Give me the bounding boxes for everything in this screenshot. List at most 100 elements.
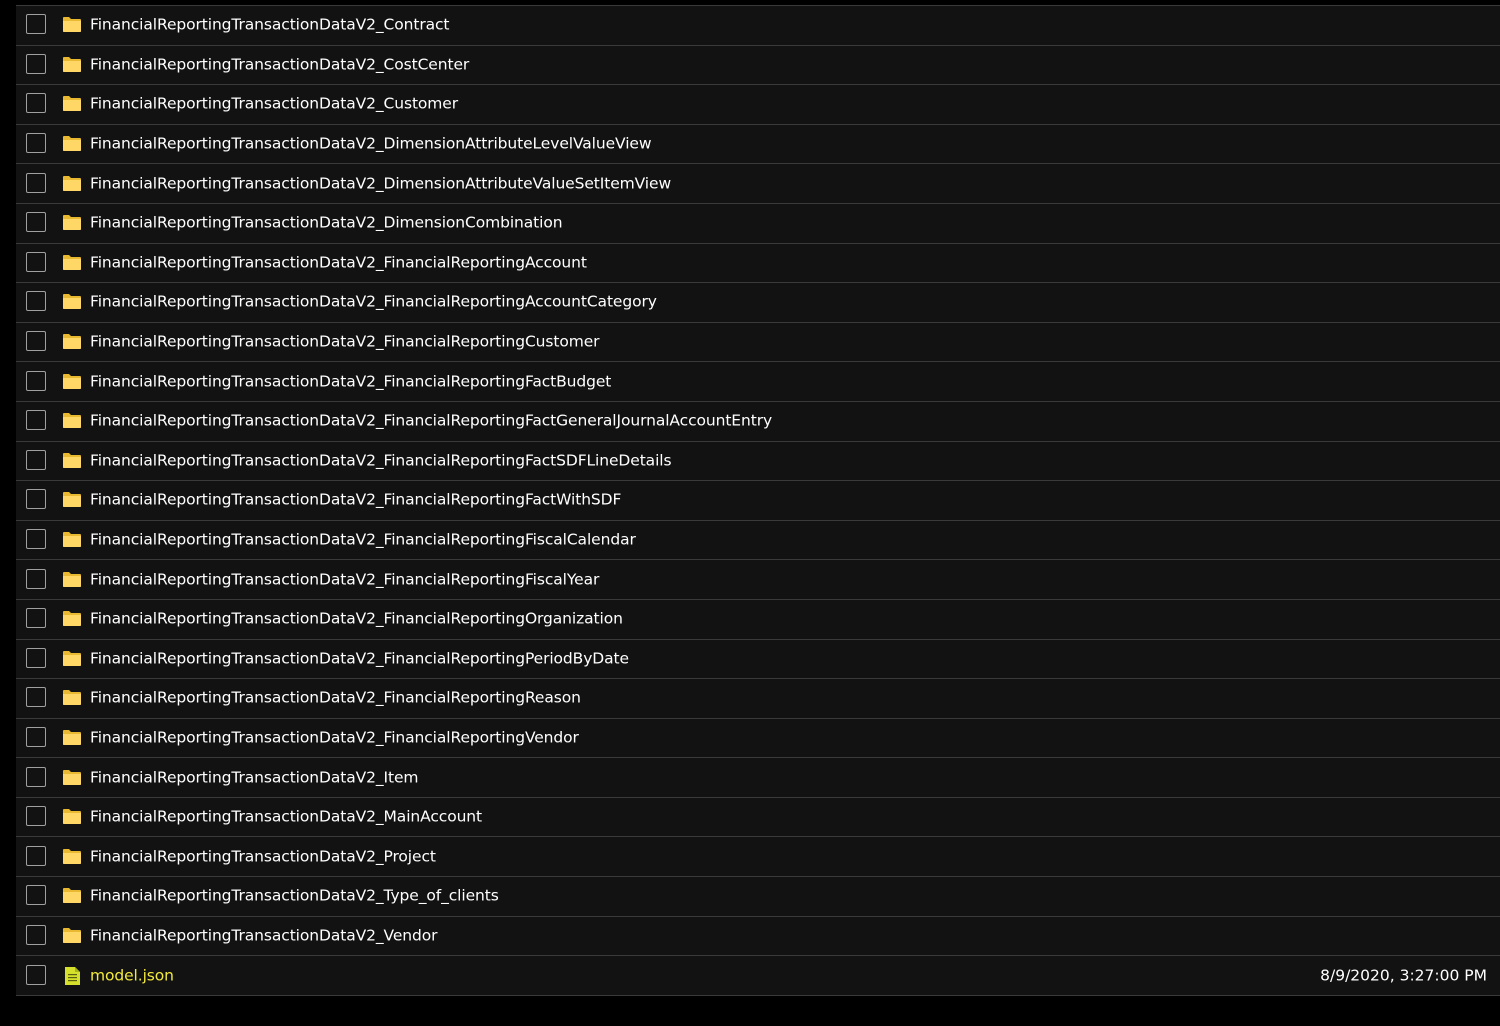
- folder-icon: [62, 411, 82, 429]
- folder-icon: [62, 530, 82, 548]
- list-item[interactable]: FinancialReportingTransactionDataV2_Cust…: [16, 85, 1500, 125]
- list-item[interactable]: FinancialReportingTransactionDataV2_Fina…: [16, 283, 1500, 323]
- row-checkbox[interactable]: [26, 489, 46, 510]
- folder-icon: [62, 807, 82, 825]
- folder-icon: [62, 609, 82, 627]
- list-item[interactable]: FinancialReportingTransactionDataV2_Fina…: [16, 401, 1500, 442]
- list-item[interactable]: model.json 8/9/2020, 3:27:00 PM: [16, 956, 1500, 996]
- item-name[interactable]: FinancialReportingTransactionDataV2_Item: [90, 768, 419, 786]
- item-name[interactable]: FinancialReportingTransactionDataV2_Cost…: [90, 56, 469, 74]
- folder-icon: [62, 292, 82, 310]
- folder-icon: [62, 213, 82, 231]
- item-name[interactable]: FinancialReportingTransactionDataV2_Dime…: [90, 214, 563, 232]
- list-item[interactable]: FinancialReportingTransactionDataV2_Fina…: [16, 481, 1500, 521]
- list-item[interactable]: FinancialReportingTransactionDataV2_Proj…: [16, 837, 1500, 878]
- list-item[interactable]: FinancialReportingTransactionDataV2_Fina…: [16, 639, 1500, 680]
- item-name[interactable]: FinancialReportingTransactionDataV2_Proj…: [90, 847, 436, 865]
- row-checkbox[interactable]: [26, 687, 46, 708]
- list-item[interactable]: FinancialReportingTransactionDataV2_Fina…: [16, 322, 1500, 363]
- list-item[interactable]: FinancialReportingTransactionDataV2_Fina…: [16, 362, 1500, 402]
- folder-icon: [62, 372, 82, 390]
- folder-icon: [62, 768, 82, 786]
- list-item[interactable]: FinancialReportingTransactionDataV2_Item: [16, 758, 1500, 798]
- list-item[interactable]: FinancialReportingTransactionDataV2_Fina…: [16, 441, 1500, 482]
- item-name[interactable]: FinancialReportingTransactionDataV2_Fina…: [90, 491, 621, 509]
- item-name[interactable]: FinancialReportingTransactionDataV2_Vend…: [90, 927, 437, 945]
- row-checkbox[interactable]: [26, 845, 46, 866]
- row-checkbox[interactable]: [26, 924, 46, 945]
- item-name[interactable]: model.json: [90, 966, 174, 984]
- list-item[interactable]: FinancialReportingTransactionDataV2_Cost…: [16, 45, 1500, 86]
- row-checkbox[interactable]: [26, 964, 46, 985]
- folder-icon: [62, 15, 82, 33]
- folder-icon: [62, 570, 82, 588]
- list-item[interactable]: FinancialReportingTransactionDataV2_Dime…: [16, 203, 1500, 244]
- modified-date: 8/9/2020, 3:27:00 PM: [1320, 966, 1487, 985]
- row-checkbox[interactable]: [26, 331, 46, 352]
- folder-icon: [62, 688, 82, 706]
- item-name[interactable]: FinancialReportingTransactionDataV2_Cust…: [90, 95, 458, 113]
- row-checkbox[interactable]: [26, 93, 46, 114]
- list-item[interactable]: FinancialReportingTransactionDataV2_Dime…: [16, 164, 1500, 204]
- row-checkbox[interactable]: [26, 172, 46, 193]
- list-item[interactable]: FinancialReportingTransactionDataV2_Main…: [16, 797, 1500, 838]
- folder-icon: [62, 847, 82, 865]
- row-checkbox[interactable]: [26, 291, 46, 312]
- folder-icon: [62, 134, 82, 152]
- item-name[interactable]: FinancialReportingTransactionDataV2_Fina…: [90, 570, 599, 588]
- item-name[interactable]: FinancialReportingTransactionDataV2_Fina…: [90, 372, 611, 390]
- item-name[interactable]: FinancialReportingTransactionDataV2_Fina…: [90, 412, 772, 430]
- list-item[interactable]: FinancialReportingTransactionDataV2_Dime…: [16, 124, 1500, 165]
- row-checkbox[interactable]: [26, 251, 46, 272]
- row-checkbox[interactable]: [26, 370, 46, 391]
- item-name[interactable]: FinancialReportingTransactionDataV2_Fina…: [90, 451, 672, 469]
- folder-icon: [62, 253, 82, 271]
- folder-icon: [62, 886, 82, 904]
- item-name[interactable]: FinancialReportingTransactionDataV2_Fina…: [90, 333, 600, 351]
- list-item[interactable]: FinancialReportingTransactionDataV2_Type…: [16, 877, 1500, 917]
- row-checkbox[interactable]: [26, 766, 46, 787]
- item-name[interactable]: FinancialReportingTransactionDataV2_Fina…: [90, 253, 587, 271]
- row-checkbox[interactable]: [26, 133, 46, 154]
- folder-icon: [62, 490, 82, 508]
- json-file-icon: [62, 966, 82, 985]
- row-checkbox[interactable]: [26, 410, 46, 431]
- list-item[interactable]: FinancialReportingTransactionDataV2_Fina…: [16, 560, 1500, 600]
- row-checkbox[interactable]: [26, 53, 46, 74]
- row-checkbox[interactable]: [26, 726, 46, 747]
- item-name[interactable]: FinancialReportingTransactionDataV2_Fina…: [90, 610, 623, 628]
- row-checkbox[interactable]: [26, 529, 46, 550]
- list-item[interactable]: FinancialReportingTransactionDataV2_Cont…: [16, 6, 1500, 46]
- item-name[interactable]: FinancialReportingTransactionDataV2_Fina…: [90, 729, 579, 747]
- file-browser: FinancialReportingTransactionDataV2_Cont…: [0, 0, 1500, 1026]
- list-item[interactable]: FinancialReportingTransactionDataV2_Fina…: [16, 520, 1500, 561]
- row-checkbox[interactable]: [26, 885, 46, 906]
- folder-icon: [62, 174, 82, 192]
- folder-icon: [62, 649, 82, 667]
- row-checkbox[interactable]: [26, 449, 46, 470]
- row-checkbox[interactable]: [26, 14, 46, 35]
- item-name[interactable]: FinancialReportingTransactionDataV2_Main…: [90, 808, 482, 826]
- list-item[interactable]: FinancialReportingTransactionDataV2_Fina…: [16, 599, 1500, 640]
- folder-icon: [62, 926, 82, 944]
- list-item[interactable]: FinancialReportingTransactionDataV2_Fina…: [16, 243, 1500, 284]
- item-name[interactable]: FinancialReportingTransactionDataV2_Fina…: [90, 689, 581, 707]
- item-name[interactable]: FinancialReportingTransactionDataV2_Type…: [90, 887, 499, 905]
- folder-icon: [62, 451, 82, 469]
- row-checkbox[interactable]: [26, 568, 46, 589]
- row-checkbox[interactable]: [26, 806, 46, 827]
- item-name[interactable]: FinancialReportingTransactionDataV2_Dime…: [90, 135, 652, 153]
- item-name[interactable]: FinancialReportingTransactionDataV2_Dime…: [90, 174, 671, 192]
- folder-icon: [62, 728, 82, 746]
- row-checkbox[interactable]: [26, 608, 46, 629]
- item-name[interactable]: FinancialReportingTransactionDataV2_Fina…: [90, 531, 636, 549]
- row-checkbox[interactable]: [26, 212, 46, 233]
- item-name[interactable]: FinancialReportingTransactionDataV2_Cont…: [90, 16, 450, 34]
- item-name[interactable]: FinancialReportingTransactionDataV2_Fina…: [90, 293, 657, 311]
- list-item[interactable]: FinancialReportingTransactionDataV2_Fina…: [16, 679, 1500, 719]
- list-item[interactable]: FinancialReportingTransactionDataV2_Vend…: [16, 916, 1500, 957]
- list-item[interactable]: FinancialReportingTransactionDataV2_Fina…: [16, 718, 1500, 759]
- item-name[interactable]: FinancialReportingTransactionDataV2_Fina…: [90, 649, 629, 667]
- folder-icon: [62, 94, 82, 112]
- row-checkbox[interactable]: [26, 647, 46, 668]
